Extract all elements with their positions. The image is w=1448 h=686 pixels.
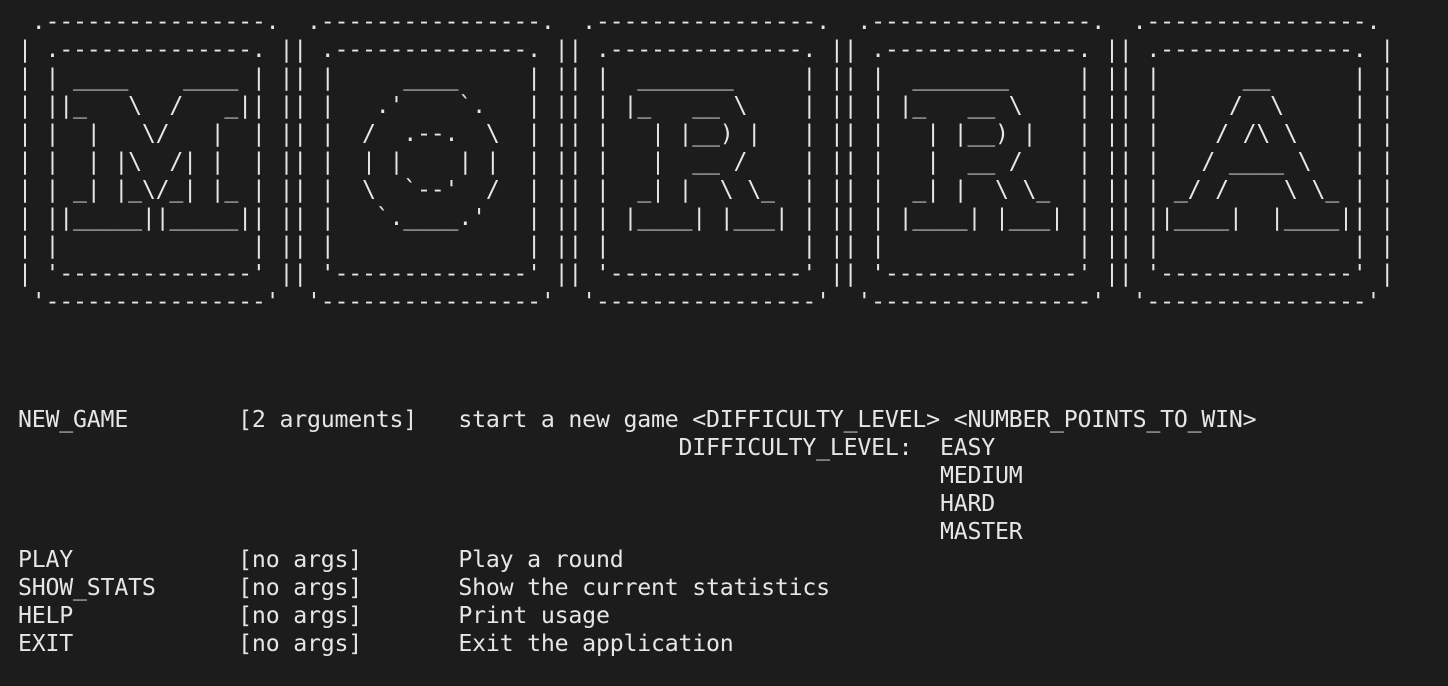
command-args: [no args]	[238, 602, 459, 629]
command-name: SHOW_STATS	[18, 574, 239, 601]
difficulty-option: HARD	[939, 490, 995, 517]
command-args: [no args]	[238, 630, 459, 657]
command-name: EXIT	[18, 630, 239, 657]
command-args: [no args]	[238, 546, 459, 573]
command-help: NEW_GAME [2 arguments] start a new game …	[18, 406, 1418, 666]
command-name: NEW_GAME	[18, 406, 239, 433]
command-row-help: HELP [no args] Print usage	[18, 602, 1418, 630]
difficulty-row: MEDIUM	[18, 462, 1418, 490]
command-name: HELP	[18, 602, 239, 629]
command-description: start a new game <DIFFICULTY_LEVEL> <NUM…	[458, 406, 1257, 433]
difficulty-label: DIFFICULTY_LEVEL:	[18, 434, 940, 461]
difficulty-option: EASY	[939, 434, 995, 461]
difficulty-option: MASTER	[939, 518, 1023, 545]
command-args: [2 arguments]	[238, 406, 459, 433]
difficulty-row: DIFFICULTY_LEVEL: EASY	[18, 434, 1418, 462]
command-description: Exit the application	[458, 630, 734, 657]
command-row-exit: EXIT [no args] Exit the application	[18, 630, 1418, 658]
difficulty-row: MASTER	[18, 518, 1418, 546]
difficulty-option: MEDIUM	[939, 462, 1023, 489]
terminal-window[interactable]: .----------------. .----------------. .-…	[0, 0, 1448, 686]
ascii-title-banner: .----------------. .----------------. .-…	[18, 8, 1438, 328]
command-row-new-game: NEW_GAME [2 arguments] start a new game …	[18, 406, 1418, 434]
difficulty-row: HARD	[18, 490, 1418, 518]
command-row-show-stats: SHOW_STATS [no args] Show the current st…	[18, 574, 1418, 602]
difficulty-indent	[18, 490, 940, 517]
command-args: [no args]	[238, 574, 459, 601]
ascii-art: .----------------. .----------------. .-…	[18, 8, 1395, 315]
difficulty-indent	[18, 518, 940, 545]
command-description: Show the current statistics	[458, 574, 830, 601]
command-row-play: PLAY [no args] Play a round	[18, 546, 1418, 574]
command-name: PLAY	[18, 546, 239, 573]
difficulty-indent	[18, 462, 940, 489]
command-description: Play a round	[458, 546, 624, 573]
command-description: Print usage	[458, 602, 610, 629]
